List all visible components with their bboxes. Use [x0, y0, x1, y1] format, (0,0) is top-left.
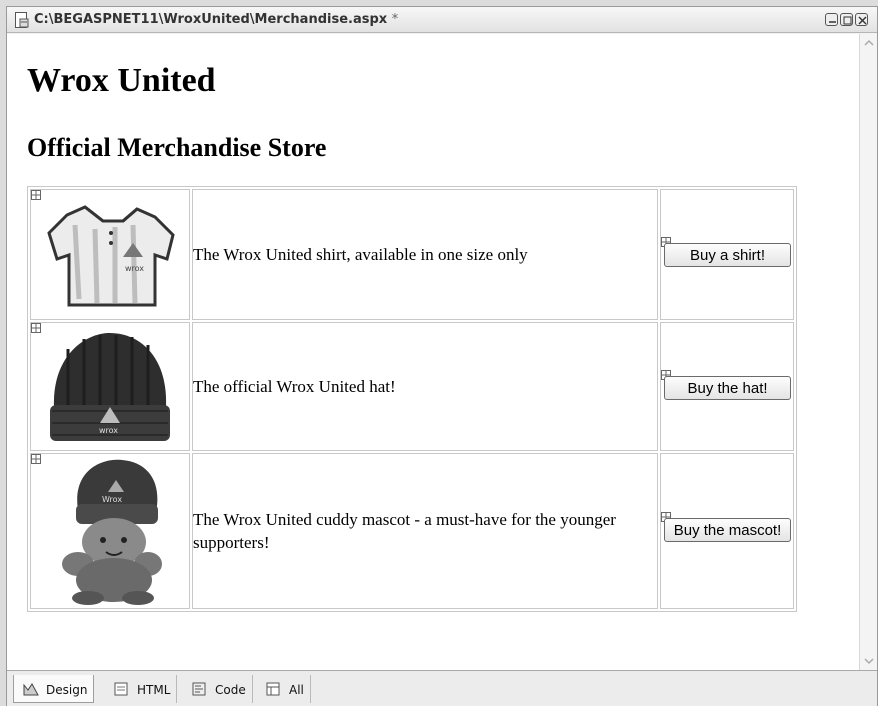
product-image-cell: wrox [30, 189, 190, 320]
title-bar: C:\BEGASPNET11\WroxUnited\Merchandise.as… [7, 7, 877, 33]
all-icon [266, 682, 280, 696]
product-description: The official Wrox United hat! [192, 322, 658, 451]
editor-window: C:\BEGASPNET11\WroxUnited\Merchandise.as… [6, 6, 878, 706]
restore-icon [843, 16, 852, 25]
buy-button-cell: Buy the hat! [660, 322, 794, 451]
table-row: wrox The Wrox United shirt, available in… [30, 189, 794, 320]
tab-design[interactable]: Design [13, 675, 95, 703]
html-icon [114, 682, 128, 696]
table-row: wrox The official Wrox United hat! Buy t… [30, 322, 794, 451]
close-icon [858, 16, 867, 25]
window-title-path: C:\BEGASPNET11\WroxUnited\Merchandise.as… [34, 12, 388, 27]
minimize-button[interactable] [825, 13, 838, 26]
design-surface[interactable]: Wrox United Official Merchandise Store w… [7, 34, 859, 670]
product-image-cell: Wrox [30, 453, 190, 609]
tab-html[interactable]: HTML [105, 675, 178, 703]
window-title: C:\BEGASPNET11\WroxUnited\Merchandise.as… [34, 12, 398, 27]
tab-label: All [289, 683, 304, 697]
buy-hat-button[interactable]: Buy the hat! [664, 376, 791, 400]
product-image-cell: wrox [30, 322, 190, 451]
merchandise-table: wrox The Wrox United shirt, available in… [27, 186, 797, 612]
minimize-icon [829, 21, 836, 23]
view-tab-bar: Design HTML Code All [7, 670, 877, 706]
scroll-up-icon[interactable] [863, 38, 875, 48]
tab-code[interactable]: Code [183, 675, 253, 703]
control-glyph-icon [31, 323, 41, 333]
buy-shirt-button[interactable]: Buy a shirt! [664, 243, 791, 267]
page-title: Wrox United [27, 62, 216, 99]
buy-button-cell: Buy the mascot! [660, 453, 794, 609]
code-icon [192, 682, 206, 696]
svg-text:Wrox: Wrox [102, 495, 122, 504]
tab-label: Design [46, 683, 88, 697]
aspx-document-icon [15, 12, 29, 28]
product-description: The Wrox United shirt, available in one … [192, 189, 658, 320]
hat-image: wrox [50, 332, 170, 441]
mascot-image: Wrox [62, 459, 162, 605]
product-description: The Wrox United cuddy mascot - a must-ha… [192, 453, 658, 609]
restore-button[interactable] [840, 13, 853, 26]
design-icon [23, 683, 39, 696]
close-button[interactable] [855, 13, 868, 26]
control-glyph-icon [31, 190, 41, 200]
svg-text:wrox: wrox [125, 264, 144, 273]
modified-marker: * [391, 12, 399, 27]
tab-label: HTML [137, 683, 171, 697]
buy-mascot-button[interactable]: Buy the mascot! [664, 518, 791, 542]
store-subtitle: Official Merchandise Store [27, 133, 327, 162]
tab-all[interactable]: All [257, 675, 311, 703]
shirt-image: wrox [47, 204, 175, 306]
control-glyph-icon [31, 454, 41, 464]
tab-label: Code [215, 683, 246, 697]
scroll-down-icon[interactable] [863, 656, 875, 666]
buy-button-cell: Buy a shirt! [660, 189, 794, 320]
vertical-scrollbar[interactable] [859, 34, 877, 670]
table-row: Wrox The Wrox United cuddy mascot - a mu… [30, 453, 794, 609]
svg-text:wrox: wrox [99, 426, 118, 435]
